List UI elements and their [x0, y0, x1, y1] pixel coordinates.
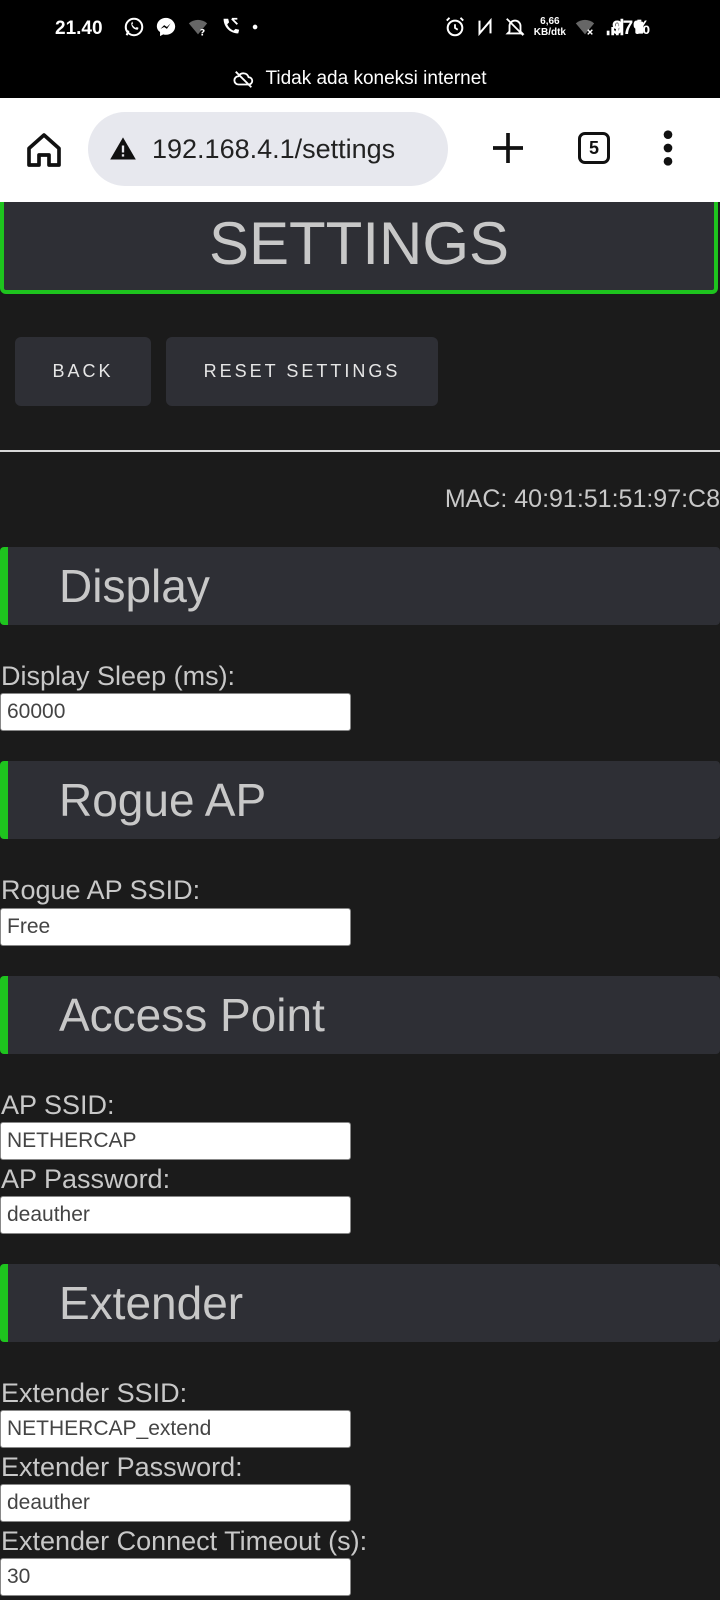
ap-ssid-label: AP SSID: [1, 1090, 115, 1120]
network-speed: 6,66 KB/dtk [533, 16, 566, 38]
divider [0, 450, 720, 452]
extender-password-label: Extender Password: [1, 1452, 243, 1482]
not-secure-warning-icon[interactable] [108, 135, 138, 163]
alarm-icon [445, 17, 464, 37]
whatsapp-icon [124, 17, 144, 37]
rogue-ap-ssid-label: Rogue AP SSID: [1, 875, 201, 905]
extender-timeout-input[interactable] [0, 1558, 351, 1596]
call-forward-icon [223, 17, 240, 34]
home-icon[interactable] [24, 130, 64, 170]
clock: 21.40 [55, 18, 103, 39]
nfc-icon [478, 17, 492, 37]
display-sleep-input[interactable] [0, 693, 351, 731]
page-title: SETTINGS [0, 202, 718, 294]
extender-password-input[interactable] [0, 1484, 351, 1522]
tab-switcher-button[interactable]: 5 [578, 132, 610, 164]
section-access-point-header: Access Point [0, 976, 720, 1054]
no-connection-text: Tidak ada koneksi internet [265, 68, 487, 89]
section-display-header: Display [0, 547, 720, 625]
mac-address: MAC: 40:91:51:51:97:C8 [444, 485, 720, 513]
url-text: 192.168.4.1/settings [152, 133, 396, 164]
extender-ssid-input[interactable] [0, 1410, 351, 1448]
more-menu-icon[interactable] [660, 128, 676, 168]
new-tab-icon[interactable] [488, 128, 528, 168]
back-button[interactable]: BACK [15, 337, 151, 406]
notification-dot-icon [252, 24, 258, 30]
messenger-icon [156, 17, 176, 37]
rogue-ap-ssid-input[interactable] [0, 908, 351, 946]
no-connection-banner: Tidak ada koneksi internet [0, 60, 720, 98]
notifications-off-icon [505, 18, 525, 36]
section-rogue-ap-header: Rogue AP [0, 761, 720, 839]
display-sleep-label: Display Sleep (ms): [1, 661, 236, 691]
extender-timeout-label: Extender Connect Timeout (s): [1, 1526, 368, 1556]
browser-toolbar: 192.168.4.1/settings 5 [0, 98, 720, 202]
wifi-off-icon [575, 19, 595, 35]
battery-percent: 97% [612, 18, 651, 39]
address-bar[interactable]: 192.168.4.1/settings [88, 112, 448, 186]
wifi-unknown-icon: ? [188, 19, 208, 38]
ap-password-label: AP Password: [1, 1164, 171, 1194]
reset-settings-button[interactable]: RESET SETTINGS [166, 337, 438, 406]
tab-count: 5 [588, 137, 599, 158]
cloud-off-icon [233, 71, 254, 88]
ap-ssid-input[interactable] [0, 1122, 351, 1160]
section-extender-header: Extender [0, 1264, 720, 1342]
ap-password-input[interactable] [0, 1196, 351, 1234]
extender-ssid-label: Extender SSID: [1, 1378, 188, 1408]
svg-text:?: ? [200, 27, 205, 38]
